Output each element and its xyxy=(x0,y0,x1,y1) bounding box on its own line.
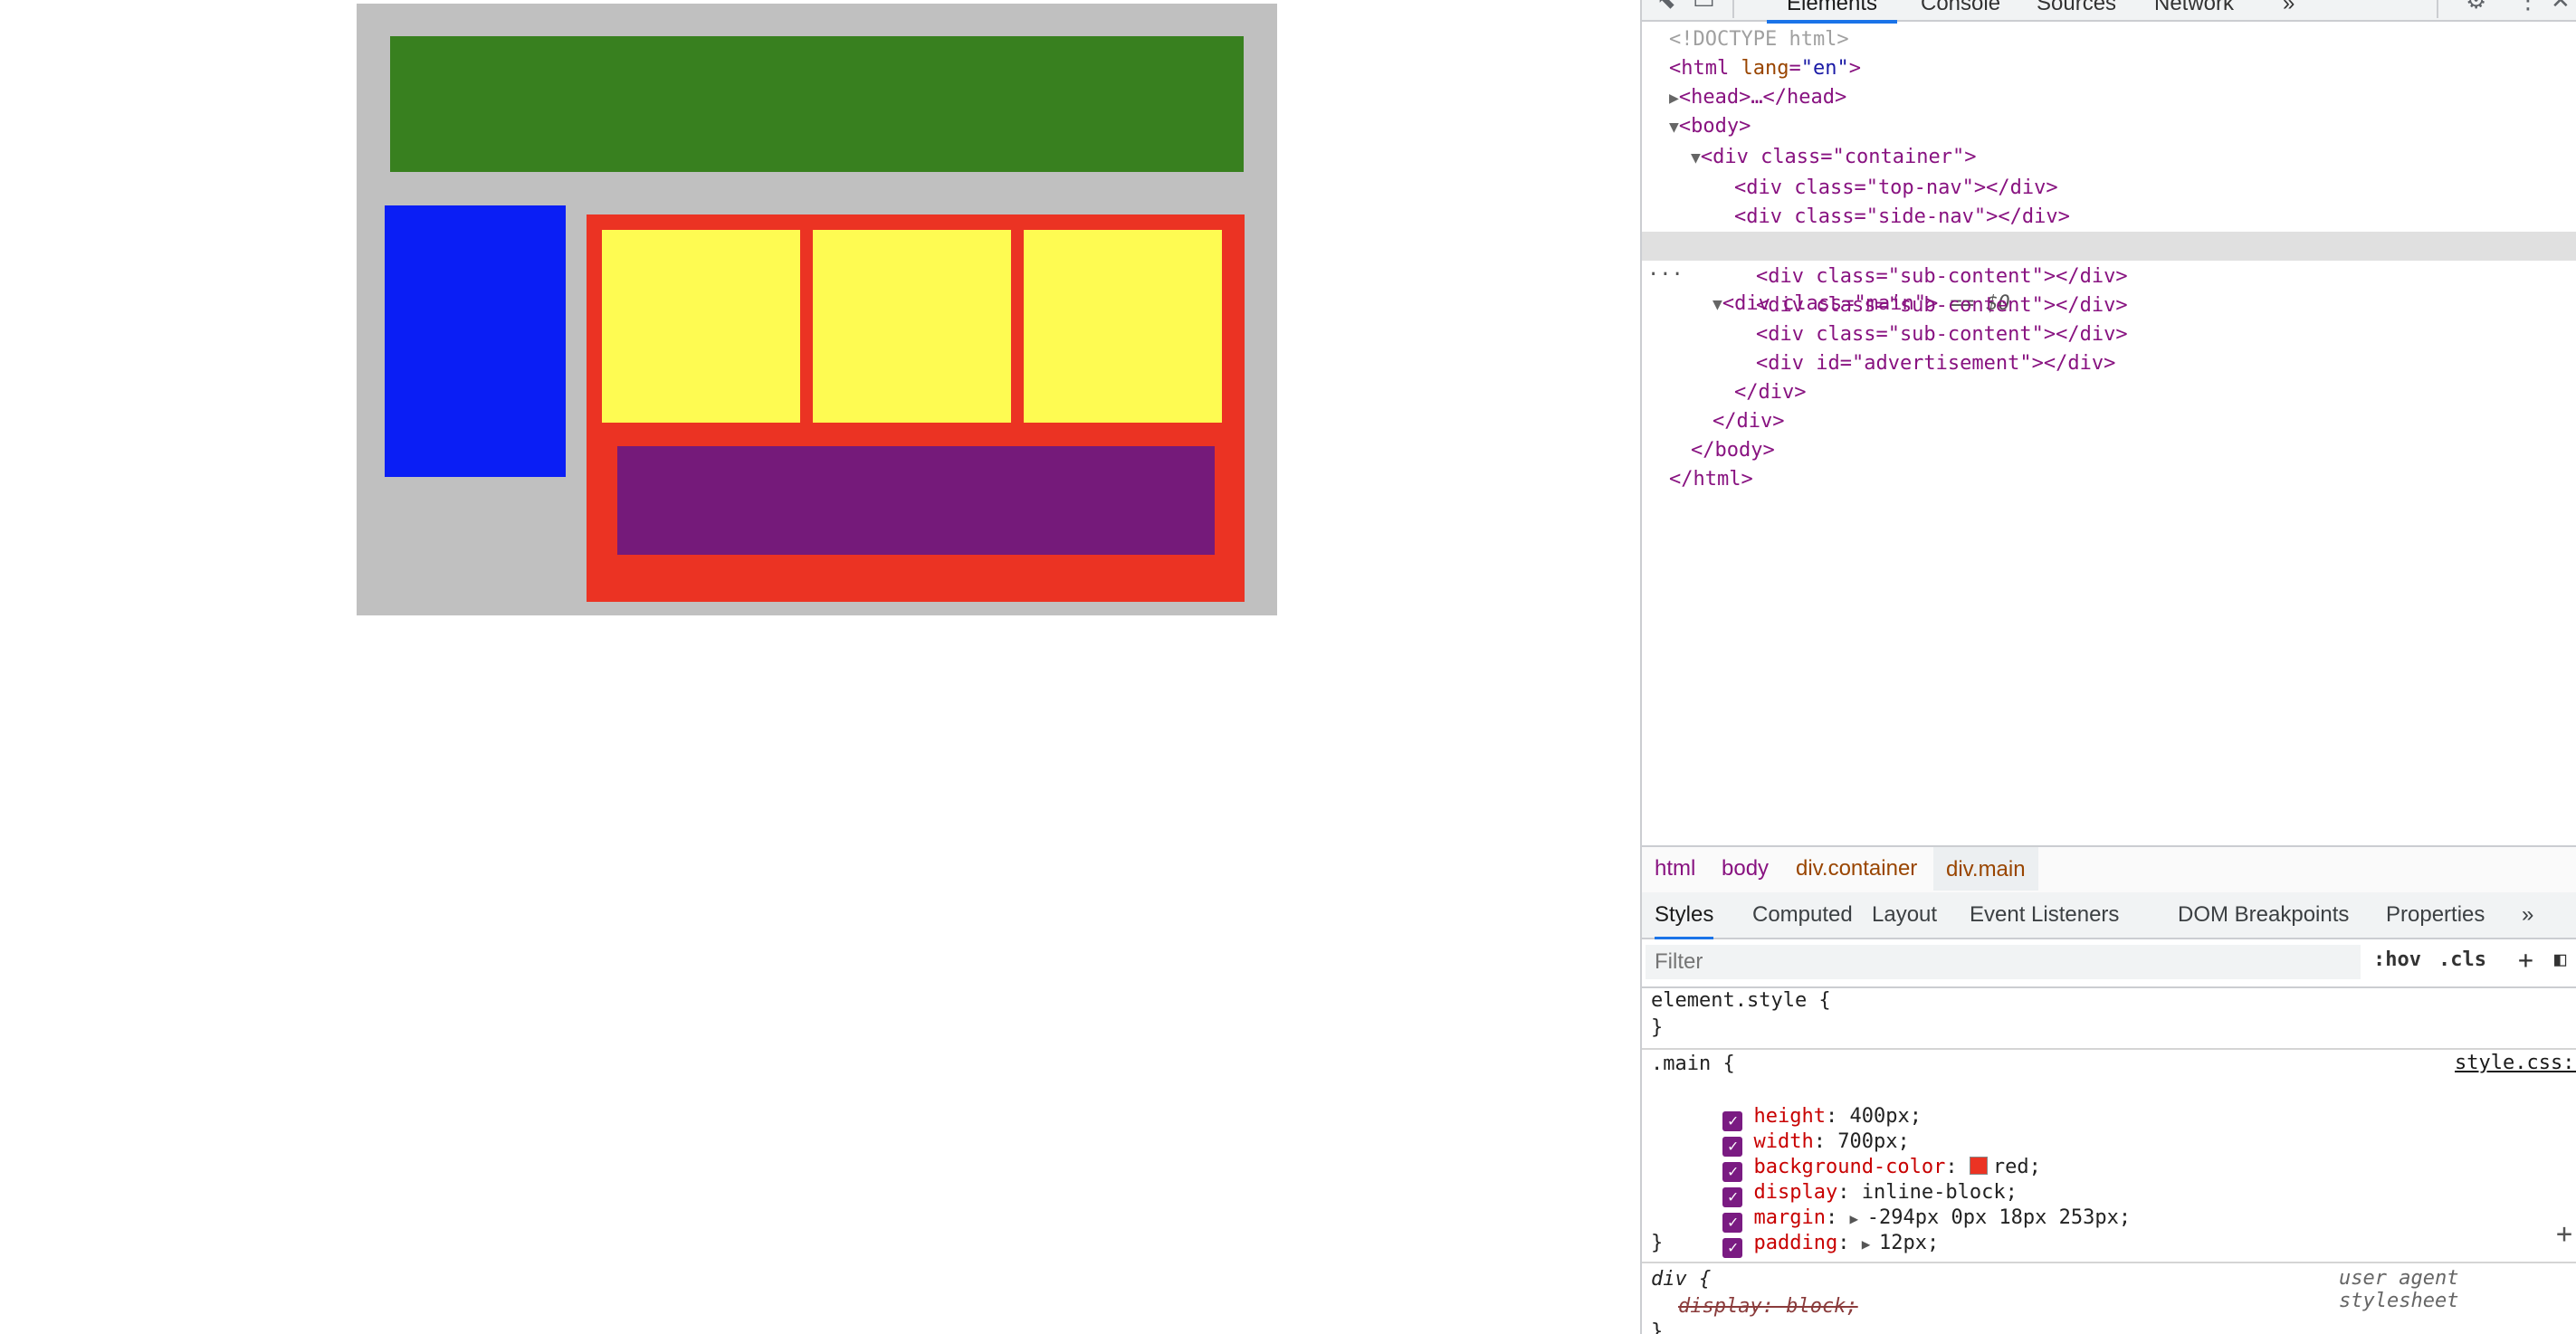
tab-properties[interactable]: Properties xyxy=(2386,902,2485,928)
top-nav-box xyxy=(390,36,1244,172)
dom-close-main[interactable]: </div> xyxy=(1734,378,1806,407)
toolbar-divider xyxy=(1732,0,1734,18)
page-viewport xyxy=(0,0,1640,1334)
ua-rule-selector: div { xyxy=(1651,1268,1712,1291)
dom-node-side-nav[interactable]: <div class="side-nav"></div> xyxy=(1734,203,2070,232)
more-tabs-button[interactable]: » xyxy=(2283,0,2295,16)
tab-dom-breakpoints[interactable]: DOM Breakpoints xyxy=(2178,902,2349,928)
dom-node-container[interactable]: ▼<div class="container"> xyxy=(1691,143,1976,172)
rule-divider xyxy=(1642,1262,2576,1263)
declaration-padding: ✓ padding: ▶ 12px; xyxy=(1651,1205,1939,1258)
tab-sources[interactable]: Sources xyxy=(2037,0,2116,16)
dom-node-advertisement[interactable]: <div id="advertisement"></div> xyxy=(1756,349,2115,378)
breadcrumb: html body div.container div.main xyxy=(1642,845,2576,894)
element-style-close: } xyxy=(1651,1016,1664,1039)
tab-layout[interactable]: Layout xyxy=(1872,902,1937,928)
dom-node-body[interactable]: ▼<body> xyxy=(1669,112,1751,141)
styles-rules-pane: element.style { } .main { style.css:1 ✓ h… xyxy=(1642,988,2576,1334)
expand-triangle-icon[interactable]: ▶ xyxy=(1669,89,1679,108)
toggle-sidebar-icon[interactable]: ◧ xyxy=(2554,948,2566,971)
dom-close-body[interactable]: </body> xyxy=(1691,436,1775,465)
ellipsis-icon[interactable]: ··· xyxy=(1647,261,1684,290)
dom-node-html[interactable]: <html lang="en"> xyxy=(1669,54,1861,83)
property-name[interactable]: padding xyxy=(1753,1232,1837,1254)
property-value[interactable]: 12px; xyxy=(1879,1232,1939,1254)
stylesheet-source-link[interactable]: style.css:1 xyxy=(2455,1052,2576,1074)
tab-console[interactable]: Console xyxy=(1921,0,2000,16)
collapse-triangle-icon[interactable]: ▼ xyxy=(1669,118,1679,137)
settings-gear-icon[interactable]: ⚙ xyxy=(2466,0,2486,14)
devtools-toolbar: ⬉ ▭ Elements Console Sources Network » ⚙… xyxy=(1642,0,2576,24)
head-tag: <head>…</head> xyxy=(1678,86,1847,109)
main-box xyxy=(587,214,1245,602)
sub-content-box xyxy=(813,230,1011,423)
devtools-panel: ⬉ ▭ Elements Console Sources Network » ⚙… xyxy=(1640,0,2576,1334)
html-attr-value: "en" xyxy=(1800,57,1849,80)
dom-doctype[interactable]: <!DOCTYPE html> xyxy=(1669,25,1849,54)
dom-node-sub-content[interactable]: <div class="sub-content"></div> xyxy=(1756,262,2128,291)
more-options-icon[interactable]: ⋮ xyxy=(2516,0,2540,14)
device-toolbar-icon[interactable]: ▭ xyxy=(1693,0,1715,14)
element-style-selector[interactable]: element.style { xyxy=(1651,988,1831,1014)
expand-shorthand-icon[interactable]: ▶ xyxy=(1862,1235,1879,1253)
rule-divider xyxy=(1642,1048,2576,1050)
container-box xyxy=(357,4,1277,615)
breadcrumb-body[interactable]: body xyxy=(1722,856,1769,881)
dom-node-sub-content[interactable]: <div class="sub-content"></div> xyxy=(1756,291,2128,320)
doctype-text: <!DOCTYPE html> xyxy=(1669,28,1849,51)
dom-node-main-selected[interactable]: ··· ▼<div class="main"> == $0 xyxy=(1642,232,2576,315)
user-agent-label: user agent stylesheet xyxy=(2339,1267,2459,1312)
ua-rule-close: } xyxy=(1651,1320,1664,1334)
ua-declaration-display: display: block; xyxy=(1678,1295,1858,1318)
close-icon[interactable]: ✕ xyxy=(2551,0,2571,14)
breadcrumb-div-main[interactable]: div.main xyxy=(1933,847,2038,891)
collapse-triangle-icon[interactable]: ▼ xyxy=(1713,295,1722,314)
advertisement-box xyxy=(617,446,1215,555)
dom-close-html[interactable]: </html> xyxy=(1669,465,1753,494)
declaration-width: ✓ width: 700px; xyxy=(1651,1104,1910,1157)
sub-content-box xyxy=(1024,230,1222,423)
inspect-element-icon[interactable]: ⬉ xyxy=(1656,0,1676,14)
class-toggle[interactable]: .cls xyxy=(2438,948,2486,971)
tab-styles[interactable]: Styles xyxy=(1655,902,1714,940)
breadcrumb-div-container[interactable]: div.container xyxy=(1796,856,1917,881)
main-rule-selector[interactable]: .main { xyxy=(1651,1052,1735,1077)
tab-event-listeners[interactable]: Event Listeners xyxy=(1970,902,2119,928)
new-rule-button[interactable]: + xyxy=(2518,945,2533,975)
sub-content-box xyxy=(602,230,800,423)
dom-node-sub-content[interactable]: <div class="sub-content"></div> xyxy=(1756,320,2128,349)
html-attr: lang xyxy=(1741,57,1789,80)
elements-dom-tree: <!DOCTYPE html> <html lang="en"> ▶<head>… xyxy=(1642,22,2576,845)
side-nav-box xyxy=(385,205,566,477)
declaration-checkbox[interactable]: ✓ xyxy=(1722,1238,1743,1258)
html-tag: <html xyxy=(1669,57,1730,80)
styles-tab-bar: Styles Computed Layout Event Listeners D… xyxy=(1642,892,2576,940)
hover-state-toggle[interactable]: :hov xyxy=(2373,948,2421,971)
breadcrumb-html[interactable]: html xyxy=(1655,856,1695,881)
more-panels-button[interactable]: » xyxy=(2522,902,2533,928)
tab-elements[interactable]: Elements xyxy=(1767,0,1898,24)
tab-computed[interactable]: Computed xyxy=(1752,902,1853,928)
toolbar-divider xyxy=(2437,0,2438,18)
body-tag: <body> xyxy=(1678,115,1751,138)
container-tag: <div class="container"> xyxy=(1700,146,1977,168)
main-rule-close: } xyxy=(1651,1232,1664,1254)
declaration-background-color: ✓ background-color: red; xyxy=(1651,1129,2041,1182)
styles-filter-row: :hov .cls + ◧ xyxy=(1642,939,2576,988)
dom-node-top-nav[interactable]: <div class="top-nav"></div> xyxy=(1734,174,2058,203)
tab-network[interactable]: Network xyxy=(2154,0,2234,16)
add-property-icon[interactable]: + xyxy=(2556,1218,2572,1250)
declaration-display: ✓ display: inline-block; xyxy=(1651,1155,2018,1207)
declaration-margin: ✓ margin: ▶ -294px 0px 18px 253px; xyxy=(1651,1180,2131,1233)
collapse-triangle-icon[interactable]: ▼ xyxy=(1691,148,1701,167)
declaration-height: ✓ height: 400px; xyxy=(1651,1079,1922,1131)
styles-filter-input[interactable] xyxy=(1646,945,2361,979)
dom-close-container[interactable]: </div> xyxy=(1713,407,1784,436)
dom-node-head[interactable]: ▶<head>…</head> xyxy=(1669,83,1846,112)
